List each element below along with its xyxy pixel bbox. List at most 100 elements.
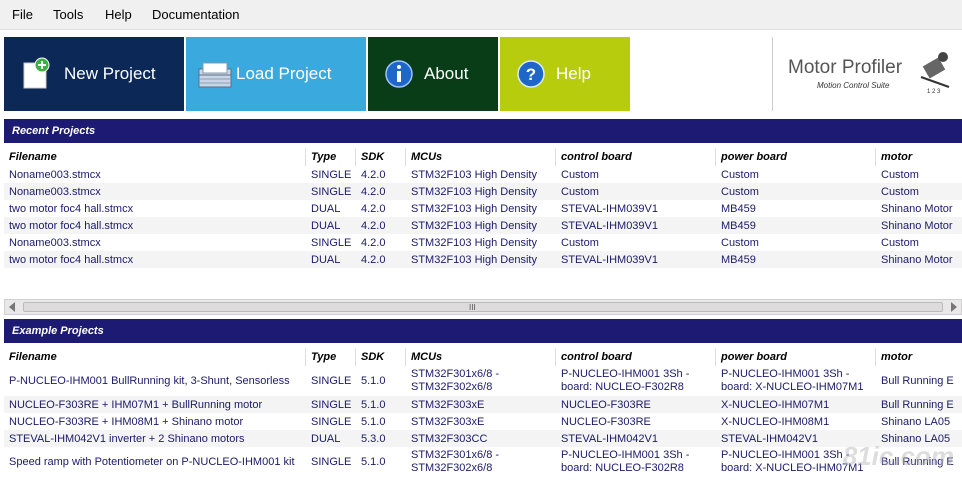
cell-text: SINGLE: [311, 398, 352, 411]
cell-text: STEVAL-IHM039V1: [561, 219, 659, 232]
table-row[interactable]: two motor foc4 hall.stmcx DUAL 4.2.0 STM32F…: [4, 217, 962, 234]
table-row[interactable]: NUCLEO-F303RE + IHM08M1 + Shinano motor S…: [4, 413, 962, 430]
table-cell: STEVAL-IHM042V1 inverter + 2 Shinano mot…: [4, 430, 306, 447]
cell-text: STM32F301x6/8 - STM32F302x6/8: [411, 449, 500, 474]
cell-text: Custom: [881, 236, 919, 249]
col-motor[interactable]: motor: [876, 148, 962, 166]
load-project-label: Load Project: [236, 64, 332, 83]
scroll-right-arrow-icon[interactable]: [951, 302, 957, 312]
table-cell: Custom: [876, 183, 962, 200]
col-control-board[interactable]: control board: [556, 348, 716, 366]
table-cell: 4.2.0: [356, 217, 406, 234]
table-row[interactable]: Speed ramp with Potentiometer on P-NUCLE…: [4, 447, 962, 477]
cell-text: Custom: [881, 168, 919, 181]
recent-horizontal-scrollbar[interactable]: III: [4, 299, 962, 315]
menu-bar: File Tools Help Documentation: [0, 0, 962, 30]
col-power-board[interactable]: power board: [716, 148, 876, 166]
table-cell: STM32F301x6/8 - STM32F302x6/8: [406, 447, 556, 477]
cell-text: STEVAL-IHM042V1: [561, 432, 659, 445]
cell-text: MB459: [721, 202, 756, 215]
table-cell: 5.3.0: [356, 430, 406, 447]
col-filename[interactable]: Filename: [4, 348, 306, 366]
col-control-board[interactable]: control board: [556, 148, 716, 166]
menu-file[interactable]: File: [12, 7, 33, 22]
info-icon: [380, 55, 418, 93]
table-cell: 5.1.0: [356, 366, 406, 396]
menu-help[interactable]: Help: [105, 7, 132, 22]
cell-text: Shinano LA05: [881, 415, 951, 428]
table-cell: X-NUCLEO-IHM07M1: [716, 396, 876, 413]
cell-text: STM32F301x6/8 - STM32F302x6/8: [411, 368, 500, 393]
watermark: 81ic.com: [842, 441, 954, 471]
cell-text: Noname003.stmcx: [9, 236, 101, 249]
table-cell: Custom: [716, 234, 876, 251]
cell-text: Custom: [881, 185, 919, 198]
cell-text: 5.1.0: [361, 415, 386, 428]
table-cell: SINGLE: [306, 234, 356, 251]
col-motor[interactable]: motor: [876, 348, 962, 366]
cell-text: DUAL: [311, 219, 341, 232]
table-cell: Noname003.stmcx: [4, 166, 306, 183]
cell-text: Shinano Motor: [881, 253, 953, 266]
cell-text: STM32F303CC: [411, 432, 488, 445]
cell-text: STM32F103 High Density: [411, 168, 537, 181]
table-cell: Shinano Motor: [876, 200, 962, 217]
col-power-board[interactable]: power board: [716, 348, 876, 366]
table-cell: 4.2.0: [356, 166, 406, 183]
scroll-thumb[interactable]: III: [23, 302, 943, 312]
table-row[interactable]: two motor foc4 hall.stmcx DUAL 4.2.0 STM32F…: [4, 251, 962, 268]
table-row[interactable]: Noname003.stmcx SINGLE 4.2.0 STM32F103 High…: [4, 166, 962, 183]
cell-text: X-NUCLEO-IHM07M1: [721, 398, 830, 411]
about-button[interactable]: About: [368, 37, 498, 111]
motor-profiler-logo: Motor Profiler Motion Control Suite 1 2 …: [772, 37, 962, 111]
cell-text: STM32F103 High Density: [411, 202, 537, 215]
help-button[interactable]: ? Help: [500, 37, 630, 111]
menu-documentation[interactable]: Documentation: [152, 7, 239, 22]
table-cell: STM32F301x6/8 - STM32F302x6/8: [406, 366, 556, 396]
cell-text: 4.2.0: [361, 168, 386, 181]
new-document-icon: [18, 55, 56, 93]
table-cell: Shinano Motor: [876, 217, 962, 234]
table-cell: DUAL: [306, 217, 356, 234]
col-sdk[interactable]: SDK: [356, 148, 406, 166]
table-cell: 4.2.0: [356, 251, 406, 268]
menu-tools[interactable]: Tools: [53, 7, 83, 22]
table-cell: Bull Running E: [876, 366, 962, 396]
col-mcus[interactable]: MCUs: [406, 148, 556, 166]
cell-text: SINGLE: [311, 415, 352, 428]
recent-projects-header: Recent Projects: [4, 119, 962, 143]
scroll-left-arrow-icon[interactable]: [9, 302, 15, 312]
col-mcus[interactable]: MCUs: [406, 348, 556, 366]
load-project-button[interactable]: Load Project: [186, 37, 366, 111]
col-sdk[interactable]: SDK: [356, 348, 406, 366]
col-type[interactable]: Type: [306, 348, 356, 366]
svg-text:1 2 3: 1 2 3: [927, 89, 941, 95]
table-row[interactable]: Noname003.stmcx SINGLE 4.2.0 STM32F103 High…: [4, 234, 962, 251]
cell-text: NUCLEO-F303RE + IHM08M1 + Shinano motor: [9, 415, 244, 428]
table-cell: two motor foc4 hall.stmcx: [4, 200, 306, 217]
table-row[interactable]: NUCLEO-F303RE + IHM07M1 + BullRunning mo…: [4, 396, 962, 413]
cell-text: P-NUCLEO-IHM001 3Sh - board: X-NUCLEO-IH…: [721, 368, 864, 393]
table-cell: P-NUCLEO-IHM001 3Sh - board: NUCLEO-F302…: [556, 366, 716, 396]
cell-text: Bull Running E: [881, 374, 954, 387]
col-type[interactable]: Type: [306, 148, 356, 166]
cell-text: STM32F103 High Density: [411, 236, 537, 249]
table-row[interactable]: Noname003.stmcx SINGLE 4.2.0 STM32F103 High…: [4, 183, 962, 200]
svg-text:?: ?: [526, 65, 536, 84]
table-cell: Custom: [876, 166, 962, 183]
cell-text: STM32F103 High Density: [411, 185, 537, 198]
table-row[interactable]: P-NUCLEO-IHM001 BullRunning kit, 3-Shunt…: [4, 366, 962, 396]
table-cell: Noname003.stmcx: [4, 183, 306, 200]
cell-text: 4.2.0: [361, 219, 386, 232]
table-cell: SINGLE: [306, 447, 356, 477]
cell-text: MB459: [721, 253, 756, 266]
col-filename[interactable]: Filename: [4, 148, 306, 166]
cell-text: Speed ramp with Potentiometer on P-NUCLE…: [9, 455, 295, 468]
toolbar: New Project Load Project About ? Help Mo…: [0, 30, 962, 116]
table-cell: 4.2.0: [356, 200, 406, 217]
cell-text: DUAL: [311, 432, 341, 445]
new-project-button[interactable]: New Project: [4, 37, 184, 111]
table-row[interactable]: STEVAL-IHM042V1 inverter + 2 Shinano mot…: [4, 430, 962, 447]
table-row[interactable]: two motor foc4 hall.stmcx DUAL 4.2.0 STM32F…: [4, 200, 962, 217]
table-cell: STM32F103 High Density: [406, 251, 556, 268]
